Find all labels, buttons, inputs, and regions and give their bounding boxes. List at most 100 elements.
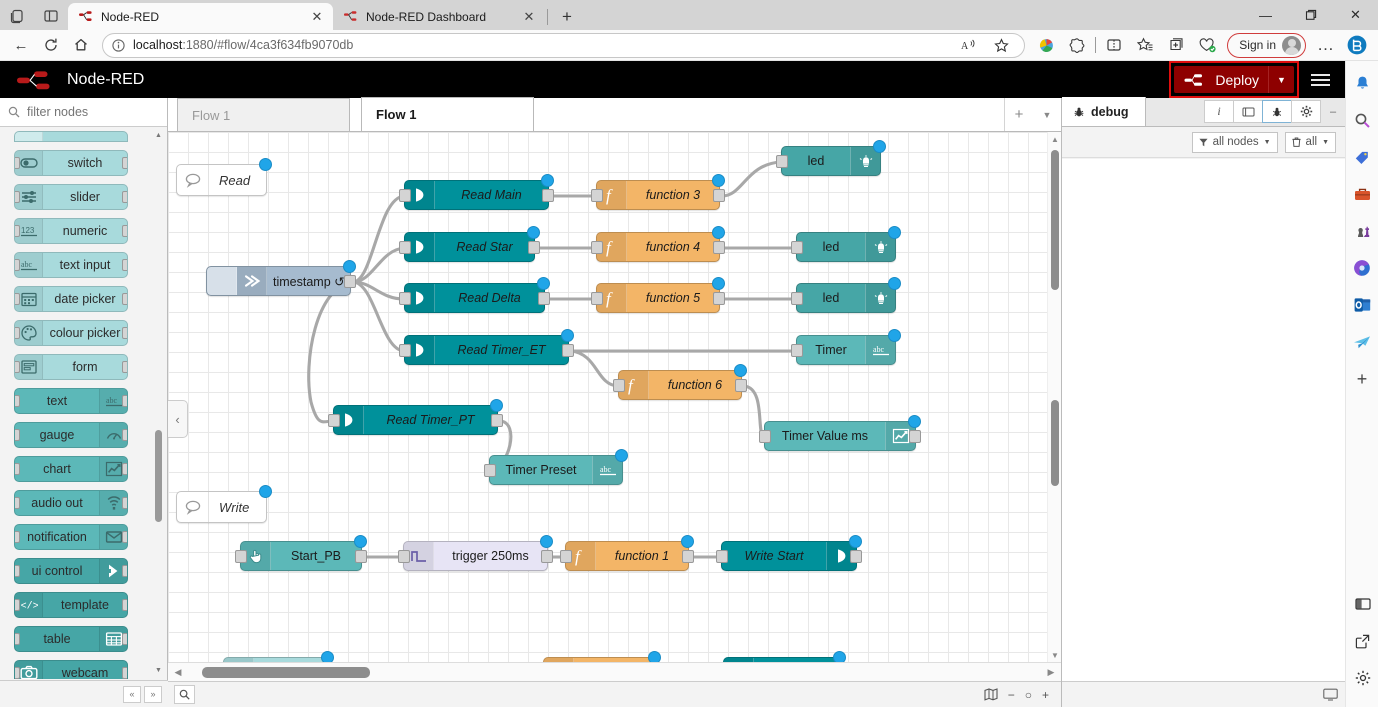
add-sidebar-button[interactable]: + — [1348, 365, 1376, 393]
zoom-reset-icon[interactable]: ○ — [1025, 688, 1032, 702]
flow-node-read-delta[interactable]: Read Delta — [404, 283, 545, 313]
flow-node-function-1[interactable]: ffunction 1 — [565, 541, 689, 571]
palette-node-table[interactable]: table — [14, 626, 128, 652]
palette-filter[interactable] — [0, 98, 167, 127]
flow-node-timer-preset[interactable]: Timer Presetabc — [489, 455, 623, 485]
zoom-in-icon[interactable]: + — [1042, 688, 1049, 702]
palette-node-template[interactable]: </>template — [14, 592, 128, 618]
node-input-port[interactable] — [398, 550, 410, 563]
palette-collapse-button[interactable]: ‹ — [168, 400, 188, 438]
palette-node-date-picker[interactable]: date picker — [14, 286, 128, 312]
palette-node-switch[interactable]: switch — [14, 150, 128, 176]
zoom-out-icon[interactable]: − — [1008, 688, 1015, 702]
node-input-port[interactable] — [759, 430, 771, 443]
comment-node-write[interactable]: Write — [176, 491, 267, 523]
flow-node-timer-value-ms[interactable]: Timer Value ms — [764, 421, 916, 451]
palette-node-slider[interactable]: slider — [14, 184, 128, 210]
palette-node-webcam[interactable]: webcam — [14, 660, 128, 679]
add-collection-icon[interactable] — [1161, 32, 1191, 58]
node-input-port[interactable] — [399, 292, 411, 305]
node-input-port[interactable] — [591, 189, 603, 202]
node-input-port[interactable] — [791, 344, 803, 357]
main-menu-button[interactable] — [1299, 61, 1341, 98]
flow-tab-1[interactable]: Flow 1 — [177, 98, 350, 131]
more-settings-icon[interactable]: … — [1311, 32, 1341, 58]
node-input-port[interactable] — [776, 155, 788, 168]
node-input-port[interactable] — [591, 241, 603, 254]
debug-tab-button[interactable] — [1262, 100, 1292, 123]
palette-node-text[interactable]: textabc — [14, 388, 128, 414]
node-input-port[interactable] — [399, 344, 411, 357]
copilot-icon[interactable] — [1348, 254, 1376, 282]
node-output-port[interactable] — [713, 241, 725, 254]
notifications-bell-icon[interactable] — [1348, 69, 1376, 97]
monitor-icon[interactable] — [1323, 688, 1338, 701]
flow-node-led[interactable]: led — [796, 283, 896, 313]
flow-node-function-6[interactable]: ffunction 6 — [618, 370, 742, 400]
add-favorite-icon[interactable] — [986, 32, 1016, 58]
scroll-right-icon[interactable]: ▶ — [1045, 667, 1057, 678]
node-output-port[interactable] — [344, 275, 356, 288]
node-output-port[interactable] — [850, 550, 862, 563]
node-input-port[interactable] — [235, 550, 247, 563]
flow-list-dropdown[interactable]: ▼ — [1033, 98, 1061, 131]
deploy-dropdown-caret[interactable]: ▼ — [1268, 66, 1294, 93]
flow-node-led[interactable]: led — [796, 232, 896, 262]
debug-tab[interactable]: debug — [1062, 97, 1146, 126]
node-input-port[interactable] — [791, 241, 803, 254]
settings-gear-icon[interactable] — [1349, 664, 1377, 692]
minimize-button[interactable]: — — [1243, 0, 1288, 30]
scroll-down-icon[interactable]: ▼ — [153, 665, 164, 676]
browser-tab-node-red-dashboard[interactable]: Node-RED Dashboard ✕ — [333, 3, 545, 30]
open-external-icon[interactable] — [1349, 627, 1377, 655]
search-icon[interactable] — [1348, 106, 1376, 134]
site-info-icon[interactable] — [111, 38, 126, 53]
flow-node-timer[interactable]: Timerabc — [796, 335, 896, 365]
palette-node-audio-out[interactable]: audio out — [14, 490, 128, 516]
vertical-scroll-thumb-lower[interactable] — [1051, 400, 1059, 486]
back-icon[interactable]: ← — [6, 32, 36, 58]
deploy-button[interactable]: Deploy — [1174, 66, 1268, 93]
palette-node-ui-control[interactable]: ui control — [14, 558, 128, 584]
refresh-icon[interactable] — [36, 32, 66, 58]
home-icon[interactable] — [66, 32, 96, 58]
maximize-button[interactable] — [1288, 0, 1333, 30]
node-input-port[interactable] — [484, 464, 496, 477]
split-screen-icon[interactable] — [34, 2, 68, 30]
vertical-scroll-thumb[interactable] — [1051, 150, 1059, 290]
canvas-vertical-scrollbar[interactable]: ▲ ▼ — [1047, 132, 1061, 662]
node-input-port[interactable] — [591, 292, 603, 305]
palette-node-gauge[interactable]: gauge — [14, 422, 128, 448]
canvas-horizontal-scrollbar[interactable]: ◀ ▶ — [168, 662, 1061, 681]
flow-node-timestamp-[interactable]: timestamp ↺ — [206, 266, 351, 296]
sidebar-collapse-button[interactable]: – — [1321, 97, 1345, 126]
node-output-port[interactable] — [538, 292, 550, 305]
palette-node-partial[interactable] — [14, 131, 128, 142]
flow-node-function-3[interactable]: ffunction 3 — [596, 180, 720, 210]
hscroll-track[interactable] — [184, 667, 1045, 678]
flow-node-read-star[interactable]: Read Star — [404, 232, 535, 262]
tools-toolbox-icon[interactable] — [1348, 180, 1376, 208]
collections-icon[interactable] — [1130, 32, 1160, 58]
node-output-port[interactable] — [713, 292, 725, 305]
search-flows-button[interactable] — [174, 685, 195, 704]
scroll-up-icon[interactable]: ▲ — [153, 130, 164, 141]
debug-message-list[interactable] — [1062, 159, 1346, 681]
tab-actions-icon[interactable] — [0, 2, 34, 30]
read-aloud-icon[interactable]: A — [954, 32, 984, 58]
new-tab-button[interactable]: + — [554, 4, 580, 30]
node-input-port[interactable] — [716, 550, 728, 563]
shopping-tag-icon[interactable] — [1348, 143, 1376, 171]
node-output-port[interactable] — [735, 379, 747, 392]
node-output-port[interactable] — [541, 550, 553, 563]
close-button[interactable]: ✕ — [1333, 0, 1378, 30]
games-chess-icon[interactable] — [1348, 217, 1376, 245]
scroll-up-icon[interactable]: ▲ — [1048, 132, 1062, 146]
node-input-port[interactable] — [791, 292, 803, 305]
node-input-port[interactable] — [399, 189, 411, 202]
palette-scroll-thumb[interactable] — [155, 430, 162, 522]
split-pane-icon[interactable] — [1349, 590, 1377, 618]
debug-clear-dropdown[interactable]: all ▼ — [1285, 132, 1336, 153]
close-icon[interactable]: ✕ — [519, 7, 539, 27]
flow-node-trigger-250ms[interactable]: trigger 250ms — [403, 541, 548, 571]
